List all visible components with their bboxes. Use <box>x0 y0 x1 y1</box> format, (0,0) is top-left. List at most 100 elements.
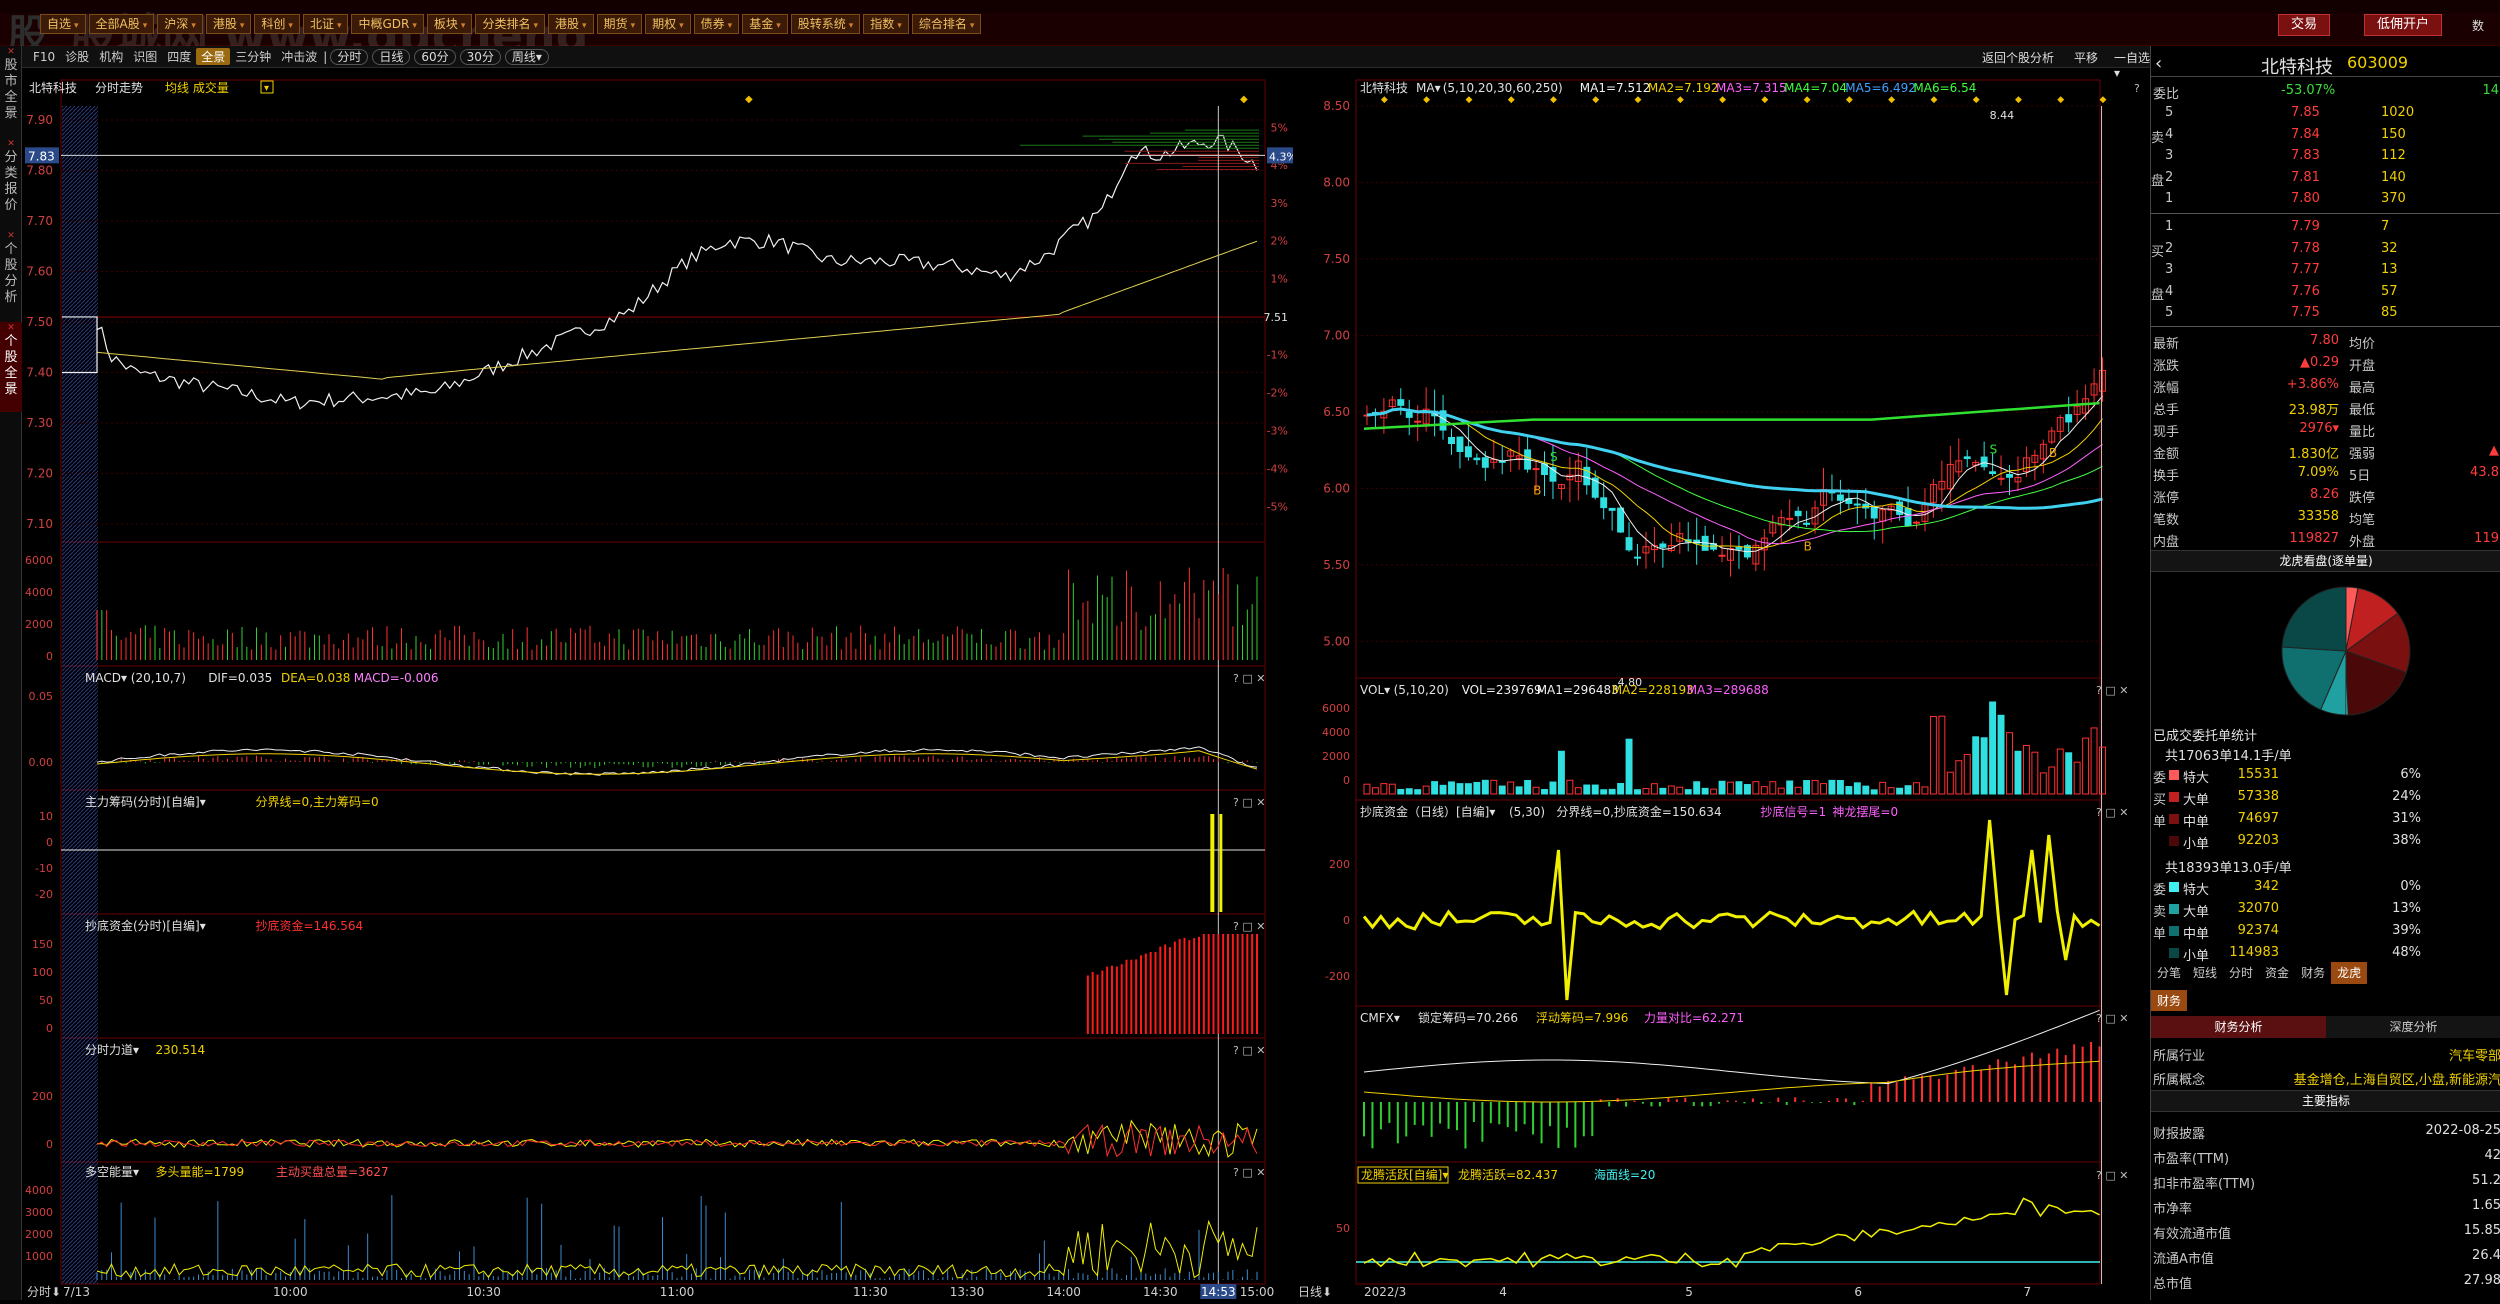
fin-subtab-1[interactable]: 深度分析 <box>2326 1016 2500 1038</box>
more-menu[interactable]: 数 <box>2472 17 2484 34</box>
stat-value: 8.26 <box>2310 487 2339 502</box>
indicator-key: 财报披露 <box>2153 1127 2206 1142</box>
indicator-label-0[interactable]: MACD▾ (20,10,7) <box>85 671 186 685</box>
trade-button[interactable]: 交易 <box>2278 14 2331 36</box>
quote-tab-3[interactable]: 资金 <box>2259 962 2295 984</box>
axis-mode-toggle[interactable]: 分时⬇ <box>27 1285 61 1299</box>
daily-chart[interactable]: 北特科技 MA▾ (5,10,20,30,60,250) MA1=7.512MA2=7… <box>1296 72 2148 1300</box>
quote-tab-0[interactable]: 分笔 <box>2151 962 2187 984</box>
toolbar-item-0[interactable]: F10 <box>28 50 60 64</box>
period-pill-4[interactable]: 周线▾ <box>504 48 549 65</box>
event-marker[interactable]: ◆ <box>1592 95 1599 105</box>
dock-tab-2[interactable]: ✕ 个股分析 <box>0 230 22 320</box>
indicator-label-0[interactable]: 分时力道▾ <box>85 1043 139 1057</box>
toolbar-item-7[interactable]: 冲击波 <box>276 48 322 65</box>
indicator-label-0[interactable]: 抄底资金(分时)[自编]▾ <box>85 918 206 933</box>
market-menu-9[interactable]: 港股 ▾ <box>548 14 594 34</box>
event-marker[interactable]: ◆ <box>1888 95 1895 105</box>
market-menu-1[interactable]: 全部A股 ▾ <box>88 14 155 34</box>
back-icon[interactable]: ‹ <box>2155 53 2162 74</box>
close-icon[interactable]: ✕ <box>0 322 22 334</box>
dock-tab-1[interactable]: ✕ 分类报价 <box>0 138 22 228</box>
event-marker[interactable]: ◆ <box>2015 95 2022 105</box>
indicator-label-0[interactable]: 多空能量▾ <box>85 1165 139 1179</box>
quote-tab-5[interactable]: 龙虎 <box>2331 962 2368 984</box>
bid-volume: 85 <box>2381 305 2398 320</box>
period-pill-0[interactable]: 分时 <box>330 48 369 65</box>
pane-controls[interactable]: ? □ ✕ <box>1233 920 1265 933</box>
toolbar-right-0[interactable]: 返回个股分析 <box>1982 49 2054 66</box>
market-menu-10[interactable]: 期货 ▾ <box>596 14 643 34</box>
market-menu-2[interactable]: 沪深 ▾ <box>157 14 203 34</box>
event-marker[interactable]: ◆ <box>1719 95 1726 105</box>
dock-tab-3[interactable]: ✕ 个股全景 <box>0 322 22 412</box>
toolbar-right-1[interactable]: 平移 <box>2074 49 2098 66</box>
quote-tab-4[interactable]: 财务 <box>2295 962 2331 984</box>
period-pill-3[interactable]: 30分 <box>459 48 501 65</box>
cmfx-header-0[interactable]: CMFX▾ <box>1360 1011 1400 1025</box>
market-menu-16[interactable]: 综合排名 ▾ <box>911 14 982 34</box>
event-marker[interactable]: ◆ <box>2057 95 2064 105</box>
intraday-chart[interactable]: 北特科技 分时走势 均线 成交量 ▾ 7.90 7.80 7.70 7.60 7.50 7.40 7… <box>25 72 1301 1300</box>
market-menu-14[interactable]: 股转系统 ▾ <box>790 14 861 34</box>
market-menu-6[interactable]: 中概GDR ▾ <box>351 14 424 34</box>
market-menu-15[interactable]: 指数 ▾ <box>863 14 909 34</box>
help-icon[interactable]: ? <box>2134 82 2140 95</box>
ma-header-1[interactable]: MA▾ <box>1416 81 1441 95</box>
dock-tab-0[interactable]: ✕ 股市全景 <box>0 46 22 136</box>
event-marker[interactable]: ◆ <box>1635 95 1642 105</box>
open-account-button[interactable]: 低佣开户 <box>2364 14 2443 36</box>
market-menu-11[interactable]: 期权 ▾ <box>645 14 691 34</box>
toolbar-item-3[interactable]: 识图 <box>128 48 162 65</box>
market-menu-13[interactable]: 基金 ▾ <box>742 14 788 34</box>
pane-controls[interactable]: ? □ ✕ <box>2096 1012 2128 1025</box>
event-marker[interactable]: ◆ <box>745 94 753 105</box>
market-menu-5[interactable]: 北证 ▾ <box>302 14 349 34</box>
event-marker[interactable]: ◆ <box>1423 95 1430 105</box>
event-marker[interactable]: ◆ <box>1846 95 1853 105</box>
market-menu-3[interactable]: 港股 ▾ <box>205 14 252 34</box>
period-pill-2[interactable]: 60分 <box>414 48 456 65</box>
event-marker[interactable]: ◆ <box>2100 95 2107 105</box>
pane-controls[interactable]: ? □ ✕ <box>2096 684 2128 697</box>
toolbar-item-1[interactable]: 诊股 <box>60 48 94 65</box>
event-marker[interactable]: ◆ <box>1381 95 1388 105</box>
quote-tab-2[interactable]: 分时 <box>2223 962 2259 984</box>
market-menu-12[interactable]: 债券 ▾ <box>693 14 740 34</box>
toolbar-item-6[interactable]: 三分钟 <box>230 48 276 65</box>
fin-subtab-0[interactable]: 财务分析 <box>2151 1016 2326 1038</box>
market-menu-8[interactable]: 分类排名 ▾ <box>475 14 545 34</box>
market-menu-0[interactable]: 自选 ▾ <box>40 14 86 34</box>
pane-controls[interactable]: ? □ ✕ <box>1233 796 1265 809</box>
close-icon[interactable]: ✕ <box>0 138 22 150</box>
event-marker[interactable]: ◆ <box>1761 95 1768 105</box>
event-marker[interactable]: ◆ <box>1550 95 1557 105</box>
pane-controls[interactable]: ? □ ✕ <box>1233 1044 1265 1057</box>
market-menu-7[interactable]: 板块 ▾ <box>426 14 473 34</box>
indicator-label-0[interactable]: 主力筹码(分时)[自编]▾ <box>85 794 206 809</box>
pane-controls[interactable]: ? □ ✕ <box>1233 1166 1265 1179</box>
event-marker[interactable]: ◆ <box>1804 95 1811 105</box>
toolbar-item-5[interactable]: 全景 <box>196 48 231 65</box>
axis-mode-toggle[interactable]: 日线⬇ <box>1298 1285 1332 1299</box>
event-marker[interactable]: ◆ <box>1465 95 1472 105</box>
period-pill-1[interactable]: 日线 <box>372 48 411 65</box>
cd-header-0[interactable]: 抄底资金（日线）[自编]▾ <box>1360 804 1495 819</box>
quote-tab-1[interactable]: 短线 <box>2187 962 2223 984</box>
event-marker[interactable]: ◆ <box>1677 95 1684 105</box>
vol-header-0[interactable]: VOL▾ <box>1360 683 1390 697</box>
fin-tab[interactable]: 财务 <box>2151 990 2188 1011</box>
chevron-down-icon: ▾ <box>288 21 293 31</box>
close-icon[interactable]: ✕ <box>0 46 22 58</box>
market-menu-4[interactable]: 科创 ▾ <box>254 14 300 34</box>
toolbar-item-4[interactable]: 四度 <box>162 48 196 65</box>
pane-controls[interactable]: ? □ ✕ <box>1233 672 1265 685</box>
toolbar-item-2[interactable]: 机构 <box>94 48 128 65</box>
pane-controls[interactable]: ? □ ✕ <box>2096 806 2128 819</box>
event-marker[interactable]: ◆ <box>1973 95 1980 105</box>
pane-controls[interactable]: ? □ ✕ <box>2096 1169 2128 1182</box>
event-marker[interactable]: ◆ <box>1240 94 1248 105</box>
event-marker[interactable]: ◆ <box>1508 95 1515 105</box>
close-icon[interactable]: ✕ <box>0 230 22 242</box>
event-marker[interactable]: ◆ <box>1930 95 1937 105</box>
